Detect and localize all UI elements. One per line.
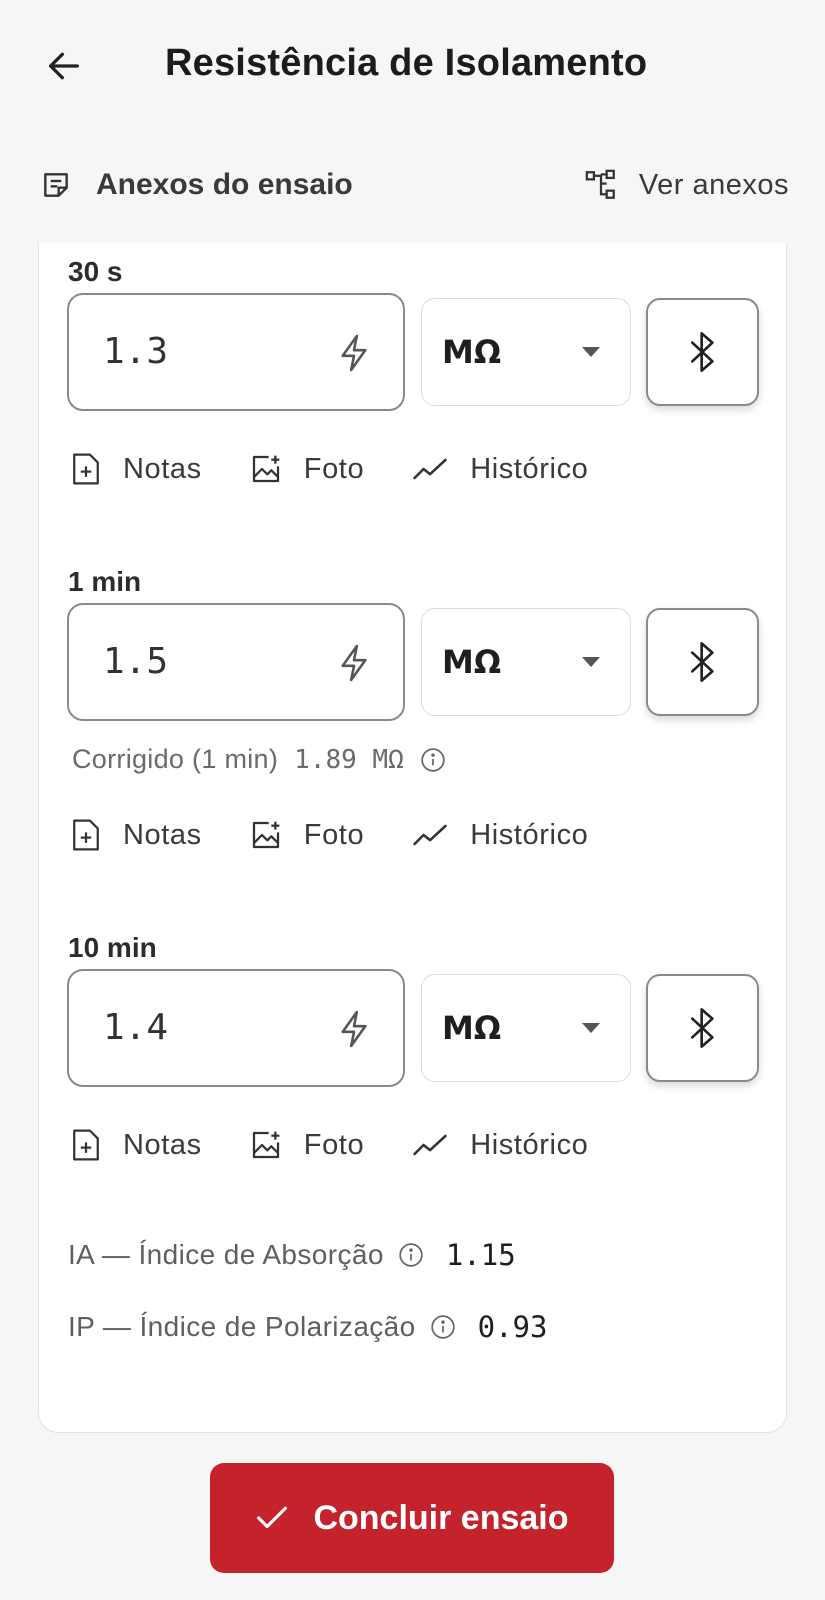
unit-select[interactable]: MΩ bbox=[421, 298, 631, 406]
readings-card: 30 s 1.3 MΩ Notas Foto Histórico 1 min 1… bbox=[38, 243, 787, 1433]
unit-value: MΩ bbox=[442, 1009, 502, 1047]
check-icon bbox=[257, 1506, 288, 1529]
history-button[interactable]: Histórico bbox=[412, 1129, 588, 1162]
reading-1min: 1 min 1.5 MΩ Corrigido (1 min) 1.89 MΩ N… bbox=[39, 566, 788, 886]
bluetooth-icon bbox=[690, 641, 714, 682]
caret-down-icon bbox=[582, 657, 600, 667]
reading-10min: 10 min 1.4 MΩ Notas Foto Histórico bbox=[39, 932, 788, 1192]
file-plus-icon bbox=[73, 453, 99, 485]
history-label: Histórico bbox=[470, 452, 589, 485]
photo-label: Foto bbox=[303, 818, 365, 851]
tree-icon bbox=[585, 169, 615, 199]
ia-value: 1.15 bbox=[445, 1238, 516, 1272]
corrected-label: Corrigido (1 min) bbox=[72, 744, 279, 774]
info-icon bbox=[421, 747, 445, 772]
ia-index-row: IA — Índice de Absorção 1.15 bbox=[68, 1238, 516, 1272]
photo-label: Foto bbox=[303, 1128, 365, 1161]
trend-icon bbox=[413, 824, 447, 846]
unit-select[interactable]: MΩ bbox=[421, 608, 631, 716]
ia-label: IA — Índice de Absorção bbox=[68, 1239, 384, 1270]
conclude-test-label: Concluir ensaio bbox=[313, 1498, 569, 1537]
reading-actions: Notas Foto Histórico bbox=[71, 818, 636, 852]
notes-icon bbox=[44, 173, 68, 197]
bluetooth-button[interactable] bbox=[646, 974, 759, 1082]
corrected-value-row: Corrigido (1 min) 1.89 MΩ bbox=[72, 744, 446, 775]
back-button[interactable] bbox=[36, 38, 92, 94]
reading-actions: Notas Foto Histórico bbox=[71, 1128, 636, 1162]
file-plus-icon bbox=[73, 819, 99, 851]
file-plus-icon bbox=[73, 1129, 99, 1161]
unit-select[interactable]: MΩ bbox=[421, 974, 631, 1082]
image-plus-icon bbox=[252, 821, 280, 849]
attachments-heading: Anexos do ensaio bbox=[40, 168, 353, 202]
ip-index-row: IP — Índice de Polarização 0.93 bbox=[68, 1310, 547, 1344]
value-input[interactable]: 1.5 bbox=[67, 603, 405, 721]
reading-30s: 30 s 1.3 MΩ Notas Foto Histórico bbox=[39, 256, 788, 516]
ip-label: IP — Índice de Polarização bbox=[68, 1311, 416, 1342]
image-plus-icon bbox=[252, 455, 280, 483]
value-input[interactable]: 1.4 bbox=[67, 969, 405, 1087]
attachments-bar: Anexos do ensaio Ver anexos bbox=[0, 160, 825, 220]
history-label: Histórico bbox=[470, 818, 589, 851]
bolt-icon bbox=[341, 334, 367, 372]
info-button[interactable] bbox=[398, 1242, 424, 1268]
conclude-test-button[interactable]: Concluir ensaio bbox=[210, 1463, 614, 1573]
value-text: 1.5 bbox=[103, 641, 169, 682]
bluetooth-icon bbox=[690, 1007, 714, 1048]
info-button[interactable] bbox=[420, 747, 446, 773]
bluetooth-button[interactable] bbox=[646, 608, 759, 716]
photo-button[interactable]: Foto bbox=[250, 453, 364, 486]
notes-button[interactable]: Notas bbox=[71, 818, 202, 852]
bolt-icon bbox=[341, 644, 367, 682]
notes-button[interactable]: Notas bbox=[71, 452, 202, 486]
ip-value: 0.93 bbox=[477, 1310, 548, 1344]
notes-button[interactable]: Notas bbox=[71, 1128, 202, 1162]
reading-label: 30 s bbox=[68, 256, 123, 287]
app-header: Resistência de Isolamento bbox=[0, 0, 825, 135]
history-button[interactable]: Histórico bbox=[412, 453, 588, 486]
image-plus-icon bbox=[252, 1131, 280, 1159]
notes-label: Notas bbox=[123, 452, 202, 485]
view-attachments-button[interactable]: Ver anexos bbox=[583, 168, 789, 202]
bluetooth-button[interactable] bbox=[646, 298, 759, 406]
photo-button[interactable]: Foto bbox=[250, 819, 364, 852]
notes-label: Notas bbox=[123, 1128, 202, 1161]
arrow-left-icon bbox=[49, 52, 80, 80]
corrected-value: 1.89 MΩ bbox=[294, 744, 404, 775]
unit-value: MΩ bbox=[442, 333, 502, 371]
info-button[interactable] bbox=[430, 1314, 456, 1340]
attachments-label: Anexos do ensaio bbox=[96, 168, 353, 201]
view-attachments-label: Ver anexos bbox=[638, 168, 789, 201]
info-icon bbox=[430, 1315, 455, 1339]
unit-value: MΩ bbox=[442, 643, 502, 681]
info-icon bbox=[399, 1243, 423, 1267]
value-text: 1.4 bbox=[103, 1007, 169, 1048]
trend-icon bbox=[413, 458, 447, 480]
value-text: 1.3 bbox=[103, 331, 169, 372]
trend-icon bbox=[413, 1134, 447, 1156]
bluetooth-icon bbox=[690, 332, 714, 372]
value-input[interactable]: 1.3 bbox=[67, 293, 405, 411]
caret-down-icon bbox=[582, 1023, 600, 1033]
history-button[interactable]: Histórico bbox=[412, 819, 588, 852]
photo-label: Foto bbox=[303, 452, 365, 485]
photo-button[interactable]: Foto bbox=[250, 1129, 364, 1162]
reading-label: 1 min bbox=[68, 566, 142, 597]
notes-label: Notas bbox=[123, 818, 202, 851]
history-label: Histórico bbox=[470, 1128, 589, 1161]
caret-down-icon bbox=[582, 347, 600, 357]
reading-label: 10 min bbox=[68, 932, 157, 963]
reading-actions: Notas Foto Histórico bbox=[71, 452, 636, 486]
page-title: Resistência de Isolamento bbox=[165, 42, 648, 84]
bolt-icon bbox=[341, 1010, 367, 1048]
